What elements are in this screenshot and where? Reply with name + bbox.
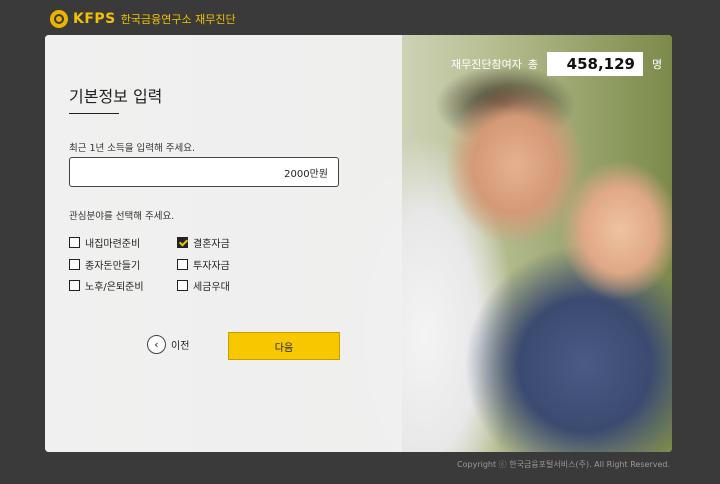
checkbox-icon[interactable] [69,237,80,248]
main-card: 재무진단참여자 총 458,129 명 기본정보 입력 최근 1년 소득을 입력… [45,35,672,452]
checkbox-investment-fund[interactable]: 투자자금 [177,257,230,272]
checkbox-icon[interactable] [177,280,188,291]
checkbox-tax-benefit[interactable]: 세금우대 [177,278,230,293]
form-title: 기본정보 입력 [69,87,163,106]
checkbox-seed-money[interactable]: 종자돈만들기 [69,257,140,272]
checkbox-home-prep[interactable]: 내집마련준비 [69,235,140,250]
prev-label: 이전 [171,341,190,352]
checkbox-label: 종자돈만들기 [85,261,141,272]
checkbox-label: 노후/은퇴준비 [85,282,144,293]
checkbox-retirement[interactable]: 노후/은퇴준비 [69,278,144,293]
next-button[interactable]: 다음 [228,332,340,360]
logo-icon [50,10,68,28]
income-label: 최근 1년 소득을 입력해 주세요. [69,143,196,154]
checkbox-label: 세금우대 [193,282,230,293]
checkbox-icon[interactable] [177,259,188,270]
income-input[interactable]: 2000만원 [69,157,339,187]
participant-counter: 재무진단참여자 총 458,129 명 [451,52,662,76]
app-header: KFPS 한국금융연구소 재무진단 [50,8,236,30]
checkbox-icon[interactable] [69,280,80,291]
interest-label: 관심분야를 선택해 주세요. [69,211,175,222]
participant-unit: 명 [651,58,663,71]
chevron-left-icon[interactable]: ‹ [147,335,166,354]
checkbox-label: 결혼자금 [193,239,230,250]
participant-count: 458,129 [546,52,643,76]
logo-brand: KFPS [73,11,116,27]
logo-subtitle: 한국금융연구소 재무진단 [120,13,236,26]
checkbox-label: 내집마련준비 [85,239,141,250]
checkbox-label: 투자자금 [193,261,230,272]
prev-button[interactable]: ‹ 이전 [147,335,189,354]
title-divider [69,113,119,114]
checkbox-icon[interactable] [69,259,80,270]
participant-prefix: 총 [527,58,538,71]
participant-label: 재무진단참여자 [451,58,522,71]
checkbox-wedding-fund[interactable]: 결혼자금 [177,235,230,250]
copyright: Copyright ⓒ 한국금융포털서비스(주). All Right Rese… [457,460,670,469]
checkbox-checked-icon[interactable] [177,237,188,248]
